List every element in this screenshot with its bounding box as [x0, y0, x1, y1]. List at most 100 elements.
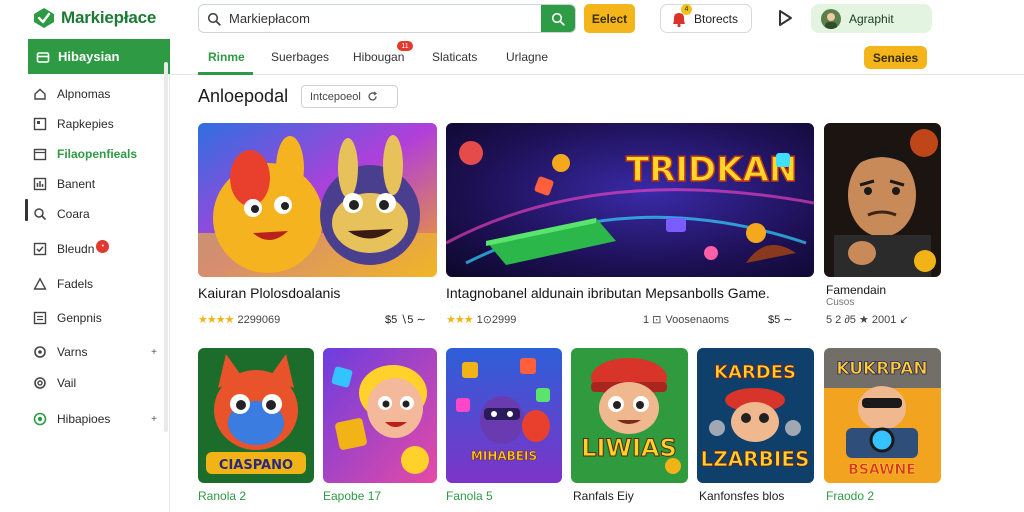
refresh-icon [368, 91, 377, 101]
sidebar-item-label: Rapkepies [57, 117, 114, 131]
sidebar-item-label: Hibapioes [57, 412, 111, 426]
sidebar-item-label: Filaopenfieals [57, 147, 138, 161]
svg-text:MIHABEIS: MIHABEIS [471, 449, 537, 463]
grid-icon [33, 117, 47, 131]
sidebar-item-banent[interactable]: Banent [33, 173, 163, 195]
grid-card-image[interactable]: CIASPANO [198, 348, 314, 483]
hero-team-thumbnail: KARDES LZARBIES [697, 348, 814, 483]
svg-text:CIASPANO: CIASPANO [219, 458, 293, 473]
grid-card-title[interactable]: Ranfals Eiy [573, 489, 634, 503]
tab-slaticats[interactable]: Slaticats [432, 39, 477, 75]
home-icon [34, 88, 46, 100]
card-price: $5 ∖5 ∼ [385, 314, 426, 326]
grid-card-title[interactable]: Kanfonsfes blos [699, 489, 784, 503]
grid-card-title[interactable]: Eapobe 17 [323, 489, 381, 503]
grid-card-title[interactable]: Fraodo 2 [826, 489, 874, 503]
sidebar-item-label: Alpnomas [57, 87, 111, 101]
plus-circle-icon [33, 412, 47, 426]
store-icon [36, 51, 50, 63]
notifications-button[interactable]: 4 Btorects [660, 3, 752, 33]
featured-card-title[interactable]: Kaiuran Plolosdoalanis [198, 285, 340, 301]
grid-card-image[interactable]: KUKRPAN BSAWNE [824, 348, 941, 483]
sidebar-badge: • [96, 239, 110, 253]
svg-text:BSAWNE: BSAWNE [848, 462, 916, 478]
section-title: Anloepodal [198, 86, 289, 106]
search-icon [551, 12, 565, 26]
featured-card-meta: ★★★★ 2299069 [198, 313, 281, 327]
sidebar-item-hibapioes[interactable]: Hibapioes + [33, 408, 163, 430]
search-button[interactable] [541, 5, 575, 32]
grid-card-image[interactable]: MIHABEIS [446, 348, 562, 483]
count-value: 1 ⊡ [643, 314, 662, 326]
tab-rinme[interactable]: Rinme [208, 39, 245, 75]
sidebar-item-label: Vail [57, 376, 77, 390]
grid-card-image[interactable] [323, 348, 437, 483]
brand-logo[interactable]: Markiepłace [33, 5, 156, 31]
chart-icon [33, 177, 47, 191]
sidebar-item-fadels[interactable]: Fadels [33, 273, 163, 295]
cartoon-kid-thumbnail [323, 348, 437, 483]
featured-card-meta: ★★★ 1⊙2999 [446, 313, 516, 326]
play-icon[interactable] [775, 8, 795, 28]
featured-card-image[interactable] [824, 123, 941, 277]
svg-text:KUKRPAN: KUKRPAN [836, 359, 927, 379]
featured-card-image[interactable]: TRIDKAN [446, 123, 814, 277]
sidebar-active-marker [25, 199, 28, 221]
expand-icon[interactable]: + [151, 347, 157, 358]
featured-card-image[interactable] [198, 123, 437, 277]
profile-name: Agraphit [849, 11, 894, 26]
profile-button[interactable]: Agraphit [811, 4, 932, 33]
gear-icon [34, 346, 46, 358]
grid-card-image[interactable]: LIWIAS [571, 348, 688, 483]
sidebar-item-label: Coara [57, 207, 90, 221]
card-count: 1 ⊡ Voosenaoms [643, 313, 729, 327]
grid-card-title[interactable]: Fanola 5 [446, 489, 493, 503]
cartoon-animals-thumbnail [198, 123, 437, 277]
search-icon [199, 5, 229, 32]
sidebar-item-label: Genpnis [57, 311, 102, 325]
sidebar-item-label: Fadels [57, 277, 94, 291]
filter-label: Intcepoeol [310, 90, 361, 103]
card-subtitle: Cusos [826, 297, 855, 308]
featured-card-meta: 5 2 ∂5 ★ 2001 ↙ [826, 314, 909, 326]
sidebar-item-genpnis[interactable]: Genpnis [33, 307, 163, 329]
rating-value: 2299069 [237, 313, 281, 326]
featured-card-title[interactable]: Famendain [826, 283, 886, 297]
sidebar-item-bleudn[interactable]: Bleudn • [33, 238, 163, 260]
tab-urlagne[interactable]: Urlagne [506, 39, 548, 75]
checkbox-icon [33, 242, 47, 256]
featured-card-title[interactable]: Intagnobanel aldunain ibributan Mepsanbo… [446, 285, 770, 301]
triangle-icon [33, 277, 47, 290]
tab-badge: 11 [397, 41, 413, 51]
grid-card-image[interactable]: KARDES LZARBIES [697, 348, 814, 483]
bell-icon: 4 [670, 3, 692, 28]
search-input[interactable] [229, 5, 541, 32]
sidebar-header[interactable]: Hibaysian [28, 39, 170, 74]
puzzle-game-thumbnail: MIHABEIS [446, 348, 562, 483]
fox-character-thumbnail: CIASPANO [198, 348, 314, 483]
select-button[interactable]: Eelect [584, 4, 635, 33]
grid-card-title[interactable]: Ranola 2 [198, 489, 246, 503]
sidebar-scrollbar[interactable] [164, 62, 168, 432]
sidebar-item-filaopenfieals[interactable]: Filaopenfieals [33, 143, 163, 165]
filter-chip[interactable]: Intcepoeol [301, 85, 398, 108]
notification-badge: 4 [681, 3, 692, 15]
sidebar-item-coara[interactable]: Coara [33, 203, 163, 225]
count-label: Voosenaoms [665, 313, 729, 326]
miner-character-thumbnail: LIWIAS [571, 348, 688, 483]
sidebar-item-alpnomas[interactable]: Alpnomas [33, 83, 163, 105]
sidebar-item-label: Bleudn [57, 242, 95, 256]
tab-suerbages[interactable]: Suerbages [271, 39, 329, 75]
search-icon [34, 208, 47, 221]
expand-icon[interactable]: + [151, 414, 157, 425]
notifications-label: Btorects [694, 11, 739, 26]
rating-stars-icon: ★★★★ [198, 314, 234, 326]
logo-icon [34, 8, 54, 28]
sidebar-item-vail[interactable]: Vail [33, 372, 163, 394]
sidebar-item-varns[interactable]: Varns + [33, 341, 163, 363]
sidebar-item-label: Varns [57, 345, 88, 359]
rating-value: 1⊙2999 [476, 314, 517, 326]
sidebar-header-label: Hibaysian [58, 49, 120, 64]
sidebar-item-rapkepies[interactable]: Rapkepies [33, 113, 163, 135]
services-button[interactable]: Senaies [864, 46, 927, 69]
